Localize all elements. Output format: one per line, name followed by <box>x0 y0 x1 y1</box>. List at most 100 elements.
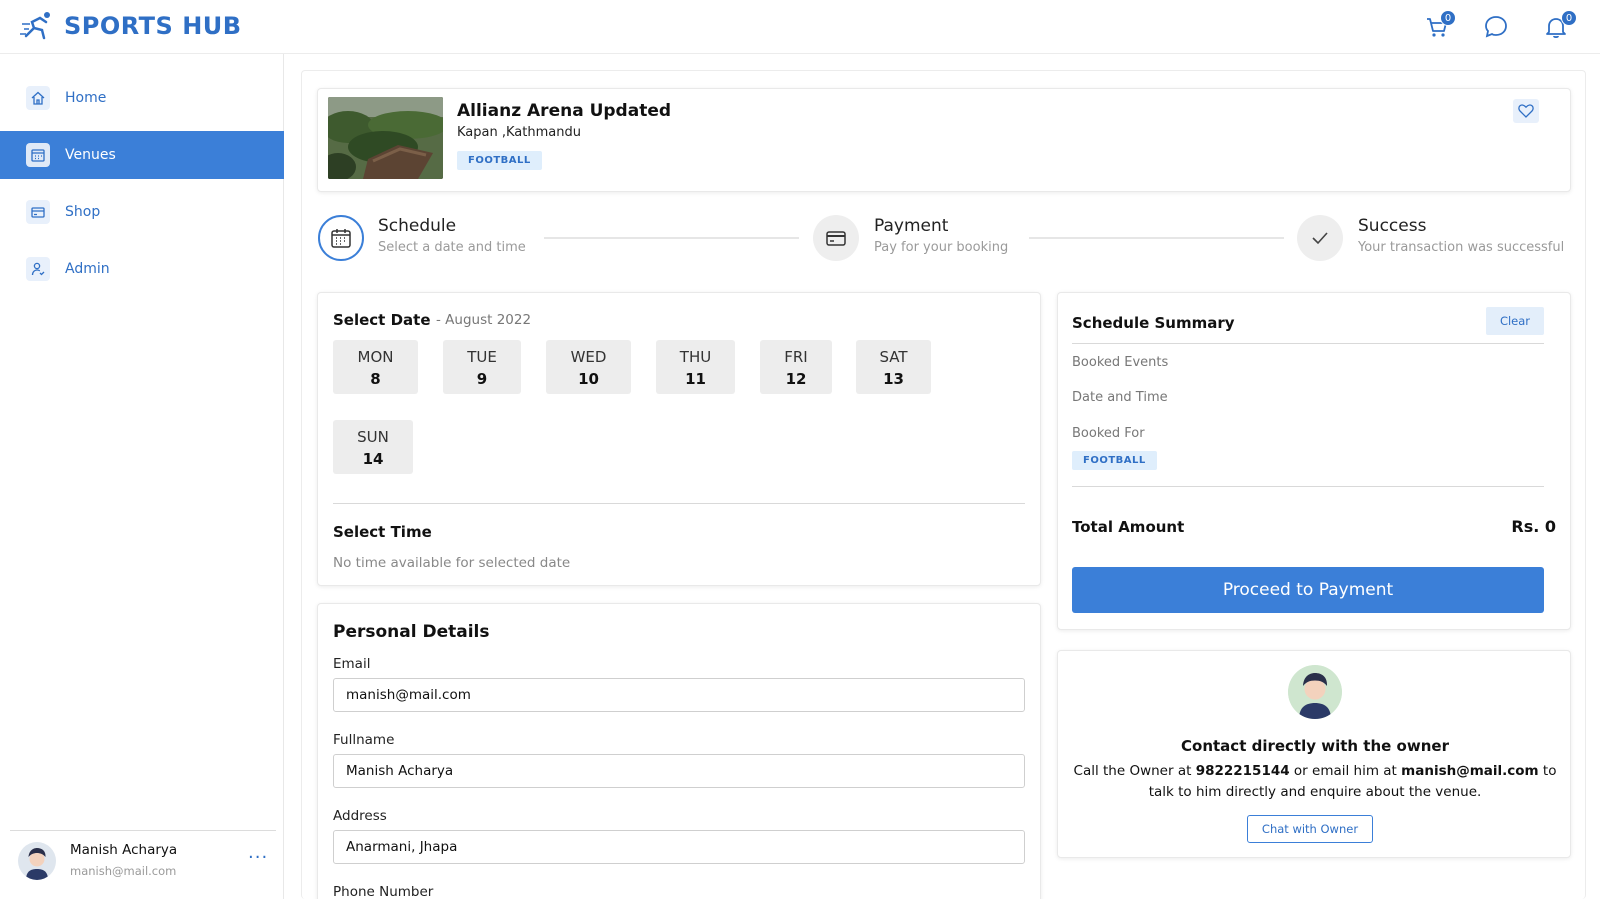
date-number: 14 <box>362 450 384 468</box>
contact-text-part: Call the Owner at <box>1073 763 1196 779</box>
top-header: SPORTS HUB 0 0 <box>0 0 1600 54</box>
runner-logo-icon <box>20 12 50 40</box>
date-number: 8 <box>370 370 381 388</box>
sidebar-item-admin[interactable]: Admin <box>0 245 284 293</box>
venue-image <box>328 97 443 179</box>
select-date-title: Select Date <box>333 311 431 329</box>
notification-count-badge: 0 <box>1561 10 1577 26</box>
schedule-summary-card: Schedule Summary Clear Booked Events Dat… <box>1057 292 1571 630</box>
summary-divider <box>1072 486 1544 487</box>
month-label: - August 2022 <box>436 312 532 328</box>
booked-events-label: Booked Events <box>1072 355 1169 370</box>
main-content: Allianz Arena Updated Kapan ,Kathmandu F… <box>301 70 1586 899</box>
date-day: FRI <box>784 348 808 366</box>
proceed-to-payment-button[interactable]: Proceed to Payment <box>1072 567 1544 613</box>
notifications-button[interactable]: 0 <box>1543 10 1577 42</box>
total-amount-value: Rs. 0 <box>1511 517 1556 536</box>
date-number: 11 <box>685 370 706 388</box>
check-icon <box>1312 232 1328 245</box>
date-number: 13 <box>883 370 904 388</box>
step-success-title: Success <box>1358 216 1427 236</box>
date-option[interactable]: THU 11 <box>656 340 735 394</box>
date-time-card: Select Date - August 2022 MON 8 TUE 9 WE… <box>317 292 1041 586</box>
favorite-button[interactable] <box>1513 99 1539 123</box>
select-time-title: Select Time <box>333 523 432 541</box>
date-option[interactable]: FRI 12 <box>760 340 832 394</box>
sidebar-divider <box>10 830 276 831</box>
date-option[interactable]: SAT 13 <box>856 340 931 394</box>
step-payment-subtitle: Pay for your booking <box>874 240 1009 255</box>
home-icon <box>26 86 50 110</box>
fullname-label: Fullname <box>333 732 395 748</box>
date-option[interactable]: SUN 14 <box>333 420 413 474</box>
step-payment-title: Payment <box>874 216 949 236</box>
date-time-label: Date and Time <box>1072 390 1168 405</box>
app-logo[interactable]: SPORTS HUB <box>20 10 242 42</box>
personal-details-card: Personal Details Email Fullname Address … <box>317 603 1041 899</box>
card-icon <box>826 231 846 246</box>
step-connector <box>1029 237 1284 239</box>
cart-button[interactable]: 0 <box>1424 10 1456 42</box>
step-schedule-subtitle: Select a date and time <box>378 240 526 255</box>
step-schedule-circle <box>318 215 364 261</box>
sidebar-item-shop[interactable]: Shop <box>0 188 284 236</box>
messages-button[interactable] <box>1483 12 1513 42</box>
contact-owner-card: Contact directly with the owner Call the… <box>1057 650 1571 858</box>
date-day: SUN <box>357 428 389 446</box>
step-connector <box>544 237 799 239</box>
fullname-field[interactable] <box>333 754 1025 788</box>
clear-button[interactable]: Clear <box>1486 307 1544 335</box>
date-day: TUE <box>467 348 497 366</box>
no-time-message: No time available for selected date <box>333 555 571 571</box>
email-field[interactable] <box>333 678 1025 712</box>
owner-email: manish@mail.com <box>1401 763 1539 779</box>
step-success-subtitle: Your transaction was successful <box>1358 240 1565 255</box>
sidebar-item-label: Shop <box>65 204 101 220</box>
sidebar-item-venues[interactable]: Venues <box>0 131 284 179</box>
owner-avatar <box>1288 665 1342 719</box>
date-number: 9 <box>476 370 488 388</box>
sidebar-item-home[interactable]: Home <box>0 74 284 122</box>
email-label: Email <box>333 656 371 672</box>
user-email: manish@mail.com <box>70 864 177 878</box>
step-success-circle <box>1297 215 1343 261</box>
date-day: WED <box>570 348 607 366</box>
contact-text-line-2: talk to him directly and enquire about t… <box>1148 784 1482 800</box>
date-option[interactable]: TUE 9 <box>443 340 521 394</box>
sidebar-item-label: Home <box>65 90 107 106</box>
date-number: 12 <box>785 370 807 388</box>
date-day: MON <box>357 348 394 366</box>
venue-card: Allianz Arena Updated Kapan ,Kathmandu F… <box>317 88 1571 192</box>
cart-count-badge: 0 <box>1440 10 1456 26</box>
phone-label: Phone Number <box>333 884 434 899</box>
address-field[interactable] <box>333 830 1025 864</box>
user-avatar[interactable] <box>18 842 56 880</box>
total-amount-label: Total Amount <box>1072 518 1185 536</box>
date-option[interactable]: WED 10 <box>546 340 631 394</box>
sidebar: Home Venues Shop Admin Manish Acharya ma… <box>0 54 284 899</box>
address-label: Address <box>333 808 387 824</box>
contact-title: Contact directly with the owner <box>1181 737 1449 755</box>
user-name: Manish Acharya <box>70 842 178 858</box>
admin-icon <box>26 257 50 281</box>
sidebar-item-label: Venues <box>65 147 116 163</box>
step-schedule-title: Schedule <box>378 216 457 236</box>
chat-bubble-icon <box>1485 16 1507 38</box>
venue-location: Kapan ,Kathmandu <box>457 125 581 140</box>
user-more-button[interactable]: ... <box>248 842 268 863</box>
date-day: THU <box>679 348 712 366</box>
venue-title: Allianz Arena Updated <box>457 101 672 121</box>
date-option[interactable]: MON 8 <box>333 340 418 394</box>
owner-phone: 9822215144 <box>1195 763 1290 779</box>
contact-text-part: to <box>1538 763 1557 779</box>
section-divider <box>333 503 1025 504</box>
date-number: 10 <box>578 370 599 388</box>
chat-with-owner-button[interactable]: Chat with Owner <box>1247 815 1373 843</box>
sidebar-item-label: Admin <box>65 261 110 277</box>
app-name: SPORTS HUB <box>64 12 242 40</box>
card-icon <box>26 200 50 224</box>
sport-tag: FOOTBALL <box>457 151 542 170</box>
booked-sport-tag: FOOTBALL <box>1072 451 1157 470</box>
contact-text-part: or email him at <box>1289 763 1402 779</box>
step-payment-circle <box>813 215 859 261</box>
